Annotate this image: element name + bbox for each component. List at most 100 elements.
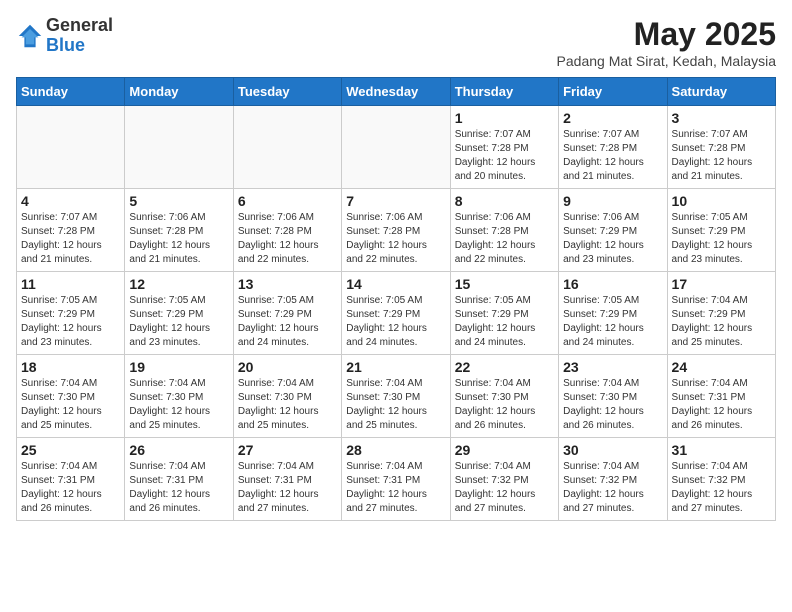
- header: General Blue May 2025 Padang Mat Sirat, …: [16, 16, 776, 69]
- month-year: May 2025: [557, 16, 776, 53]
- day-info: Sunrise: 7:04 AM Sunset: 7:31 PM Dayligh…: [346, 460, 445, 516]
- day-number: 31: [672, 442, 771, 458]
- calendar-cell: 6 Sunrise: 7:06 AM Sunset: 7:28 PM Daylig…: [233, 189, 341, 272]
- calendar-cell: 15Sunrise: 7:05 AM Sunset: 7:29 PM Dayli…: [450, 272, 558, 355]
- logo-icon: [16, 22, 44, 50]
- day-header-saturday: Saturday: [667, 78, 775, 106]
- day-number: 15: [455, 276, 554, 292]
- calendar-cell: 22 Sunrise: 7:04 AM Sunset: 7:30 PM Dayli…: [450, 355, 558, 438]
- calendar-cell: 12 Sunrise: 7:05 AM Sunset: 7:29 PM Dayli…: [125, 272, 233, 355]
- day-info: Sunrise: 7:04 AM Sunset: 7:30 PM Dayligh…: [455, 377, 554, 433]
- days-header-row: SundayMondayTuesdayWednesdayThursdayFrid…: [17, 78, 776, 106]
- day-info: Sunrise: 7:05 AM Sunset: 7:29 PM Dayligh…: [21, 294, 120, 350]
- day-number: 8: [455, 193, 554, 209]
- calendar-cell: 10 Sunrise: 7:05 AM Sunset: 7:29 PM Dayli…: [667, 189, 775, 272]
- day-number: 5: [129, 193, 228, 209]
- day-info: Sunrise: 7:04 AM Sunset: 7:30 PM Dayligh…: [129, 377, 228, 433]
- day-header-tuesday: Tuesday: [233, 78, 341, 106]
- calendar-cell: [342, 106, 450, 189]
- day-number: 1: [455, 110, 554, 126]
- day-info: Sunrise: 7:06 AM Sunset: 7:28 PM Dayligh…: [346, 211, 445, 267]
- day-number: 24: [672, 359, 771, 375]
- calendar-cell: 23Sunrise: 7:04 AM Sunset: 7:30 PM Dayli…: [559, 355, 667, 438]
- calendar-cell: 13Sunrise: 7:05 AM Sunset: 7:29 PM Dayli…: [233, 272, 341, 355]
- logo-general-text: General: [46, 15, 113, 35]
- day-info: Sunrise: 7:04 AM Sunset: 7:30 PM Dayligh…: [346, 377, 445, 433]
- day-info: Sunrise: 7:06 AM Sunset: 7:28 PM Dayligh…: [129, 211, 228, 267]
- day-info: Sunrise: 7:04 AM Sunset: 7:32 PM Dayligh…: [672, 460, 771, 516]
- calendar-cell: 28 Sunrise: 7:04 AM Sunset: 7:31 PM Dayli…: [342, 438, 450, 521]
- day-number: 22: [455, 359, 554, 375]
- calendar-cell: 8 Sunrise: 7:06 AM Sunset: 7:28 PM Daylig…: [450, 189, 558, 272]
- day-number: 2: [563, 110, 662, 126]
- day-info: Sunrise: 7:07 AM Sunset: 7:28 PM Dayligh…: [563, 128, 662, 184]
- day-info: Sunrise: 7:05 AM Sunset: 7:29 PM Dayligh…: [129, 294, 228, 350]
- calendar-cell: 26Sunrise: 7:04 AM Sunset: 7:31 PM Dayli…: [125, 438, 233, 521]
- day-number: 12: [129, 276, 228, 292]
- day-info: Sunrise: 7:04 AM Sunset: 7:30 PM Dayligh…: [238, 377, 337, 433]
- day-number: 3: [672, 110, 771, 126]
- calendar-table: SundayMondayTuesdayWednesdayThursdayFrid…: [16, 77, 776, 521]
- day-info: Sunrise: 7:05 AM Sunset: 7:29 PM Dayligh…: [672, 211, 771, 267]
- day-info: Sunrise: 7:04 AM Sunset: 7:31 PM Dayligh…: [238, 460, 337, 516]
- title-area: May 2025 Padang Mat Sirat, Kedah, Malays…: [557, 16, 776, 69]
- calendar-cell: [125, 106, 233, 189]
- day-number: 28: [346, 442, 445, 458]
- calendar-cell: 29Sunrise: 7:04 AM Sunset: 7:32 PM Dayli…: [450, 438, 558, 521]
- week-row-3: 18Sunrise: 7:04 AM Sunset: 7:30 PM Dayli…: [17, 355, 776, 438]
- calendar-cell: 18Sunrise: 7:04 AM Sunset: 7:30 PM Dayli…: [17, 355, 125, 438]
- calendar-cell: 30 Sunrise: 7:04 AM Sunset: 7:32 PM Dayli…: [559, 438, 667, 521]
- day-number: 14: [346, 276, 445, 292]
- calendar-cell: 27 Sunrise: 7:04 AM Sunset: 7:31 PM Dayli…: [233, 438, 341, 521]
- day-number: 19: [129, 359, 228, 375]
- day-info: Sunrise: 7:06 AM Sunset: 7:28 PM Dayligh…: [455, 211, 554, 267]
- calendar-cell: 7 Sunrise: 7:06 AM Sunset: 7:28 PM Daylig…: [342, 189, 450, 272]
- calendar-cell: 4Sunrise: 7:07 AM Sunset: 7:28 PM Daylig…: [17, 189, 125, 272]
- calendar-cell: 19 Sunrise: 7:04 AM Sunset: 7:30 PM Dayli…: [125, 355, 233, 438]
- calendar-body: 1 Sunrise: 7:07 AM Sunset: 7:28 PM Daylig…: [17, 106, 776, 521]
- day-info: Sunrise: 7:04 AM Sunset: 7:29 PM Dayligh…: [672, 294, 771, 350]
- day-info: Sunrise: 7:04 AM Sunset: 7:31 PM Dayligh…: [129, 460, 228, 516]
- day-number: 11: [21, 276, 120, 292]
- day-header-sunday: Sunday: [17, 78, 125, 106]
- calendar-cell: 3 Sunrise: 7:07 AM Sunset: 7:28 PM Daylig…: [667, 106, 775, 189]
- day-header-monday: Monday: [125, 78, 233, 106]
- day-number: 30: [563, 442, 662, 458]
- calendar-cell: 9Sunrise: 7:06 AM Sunset: 7:29 PM Daylig…: [559, 189, 667, 272]
- day-number: 7: [346, 193, 445, 209]
- day-info: Sunrise: 7:06 AM Sunset: 7:28 PM Dayligh…: [238, 211, 337, 267]
- day-info: Sunrise: 7:05 AM Sunset: 7:29 PM Dayligh…: [238, 294, 337, 350]
- day-header-wednesday: Wednesday: [342, 78, 450, 106]
- day-number: 21: [346, 359, 445, 375]
- day-info: Sunrise: 7:04 AM Sunset: 7:32 PM Dayligh…: [563, 460, 662, 516]
- day-info: Sunrise: 7:05 AM Sunset: 7:29 PM Dayligh…: [563, 294, 662, 350]
- day-info: Sunrise: 7:04 AM Sunset: 7:32 PM Dayligh…: [455, 460, 554, 516]
- calendar-cell: 24 Sunrise: 7:04 AM Sunset: 7:31 PM Dayli…: [667, 355, 775, 438]
- day-number: 6: [238, 193, 337, 209]
- day-info: Sunrise: 7:04 AM Sunset: 7:30 PM Dayligh…: [21, 377, 120, 433]
- calendar-cell: 5 Sunrise: 7:06 AM Sunset: 7:28 PM Daylig…: [125, 189, 233, 272]
- day-number: 17: [672, 276, 771, 292]
- day-header-friday: Friday: [559, 78, 667, 106]
- calendar-cell: 11 Sunrise: 7:05 AM Sunset: 7:29 PM Dayli…: [17, 272, 125, 355]
- calendar-cell: 17 Sunrise: 7:04 AM Sunset: 7:29 PM Dayli…: [667, 272, 775, 355]
- week-row-0: 1 Sunrise: 7:07 AM Sunset: 7:28 PM Daylig…: [17, 106, 776, 189]
- week-row-4: 25 Sunrise: 7:04 AM Sunset: 7:31 PM Dayli…: [17, 438, 776, 521]
- week-row-1: 4Sunrise: 7:07 AM Sunset: 7:28 PM Daylig…: [17, 189, 776, 272]
- day-info: Sunrise: 7:07 AM Sunset: 7:28 PM Dayligh…: [672, 128, 771, 184]
- day-info: Sunrise: 7:04 AM Sunset: 7:31 PM Dayligh…: [672, 377, 771, 433]
- calendar-cell: 31 Sunrise: 7:04 AM Sunset: 7:32 PM Dayli…: [667, 438, 775, 521]
- day-number: 10: [672, 193, 771, 209]
- calendar-cell: [233, 106, 341, 189]
- calendar-header: SundayMondayTuesdayWednesdayThursdayFrid…: [17, 78, 776, 106]
- day-number: 25: [21, 442, 120, 458]
- day-info: Sunrise: 7:06 AM Sunset: 7:29 PM Dayligh…: [563, 211, 662, 267]
- day-number: 20: [238, 359, 337, 375]
- day-info: Sunrise: 7:04 AM Sunset: 7:30 PM Dayligh…: [563, 377, 662, 433]
- calendar-cell: 25 Sunrise: 7:04 AM Sunset: 7:31 PM Dayli…: [17, 438, 125, 521]
- location: Padang Mat Sirat, Kedah, Malaysia: [557, 53, 776, 69]
- calendar-cell: 14Sunrise: 7:05 AM Sunset: 7:29 PM Dayli…: [342, 272, 450, 355]
- calendar-cell: 1Sunrise: 7:07 AM Sunset: 7:28 PM Daylig…: [450, 106, 558, 189]
- day-number: 27: [238, 442, 337, 458]
- day-info: Sunrise: 7:04 AM Sunset: 7:31 PM Dayligh…: [21, 460, 120, 516]
